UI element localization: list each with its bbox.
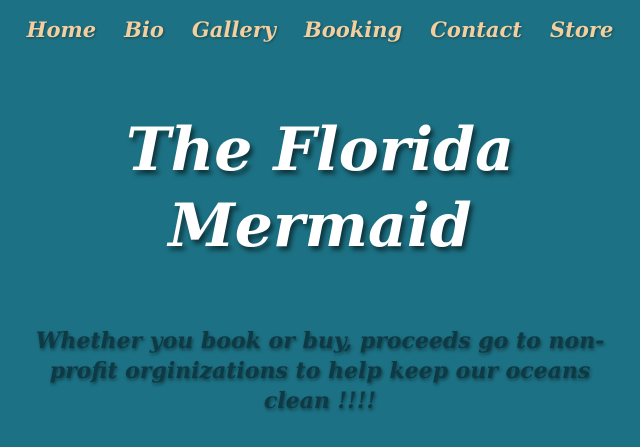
nav-link-store[interactable]: Store xyxy=(550,17,613,42)
page-title-line-2: Mermaid xyxy=(168,191,472,261)
page-title: The Florida Mermaid xyxy=(0,112,640,264)
main-nav: Home Bio Gallery Booking Contact Store xyxy=(0,12,640,46)
tagline-text: Whether you book or buy, proceeds go to … xyxy=(35,328,605,414)
nav-link-booking[interactable]: Booking xyxy=(304,17,402,42)
page-title-line-1: The Florida xyxy=(126,115,514,185)
nav-link-contact[interactable]: Contact xyxy=(430,17,522,42)
nav-link-home[interactable]: Home xyxy=(27,17,96,42)
nav-link-gallery[interactable]: Gallery xyxy=(192,17,276,42)
nav-link-bio[interactable]: Bio xyxy=(124,17,164,42)
